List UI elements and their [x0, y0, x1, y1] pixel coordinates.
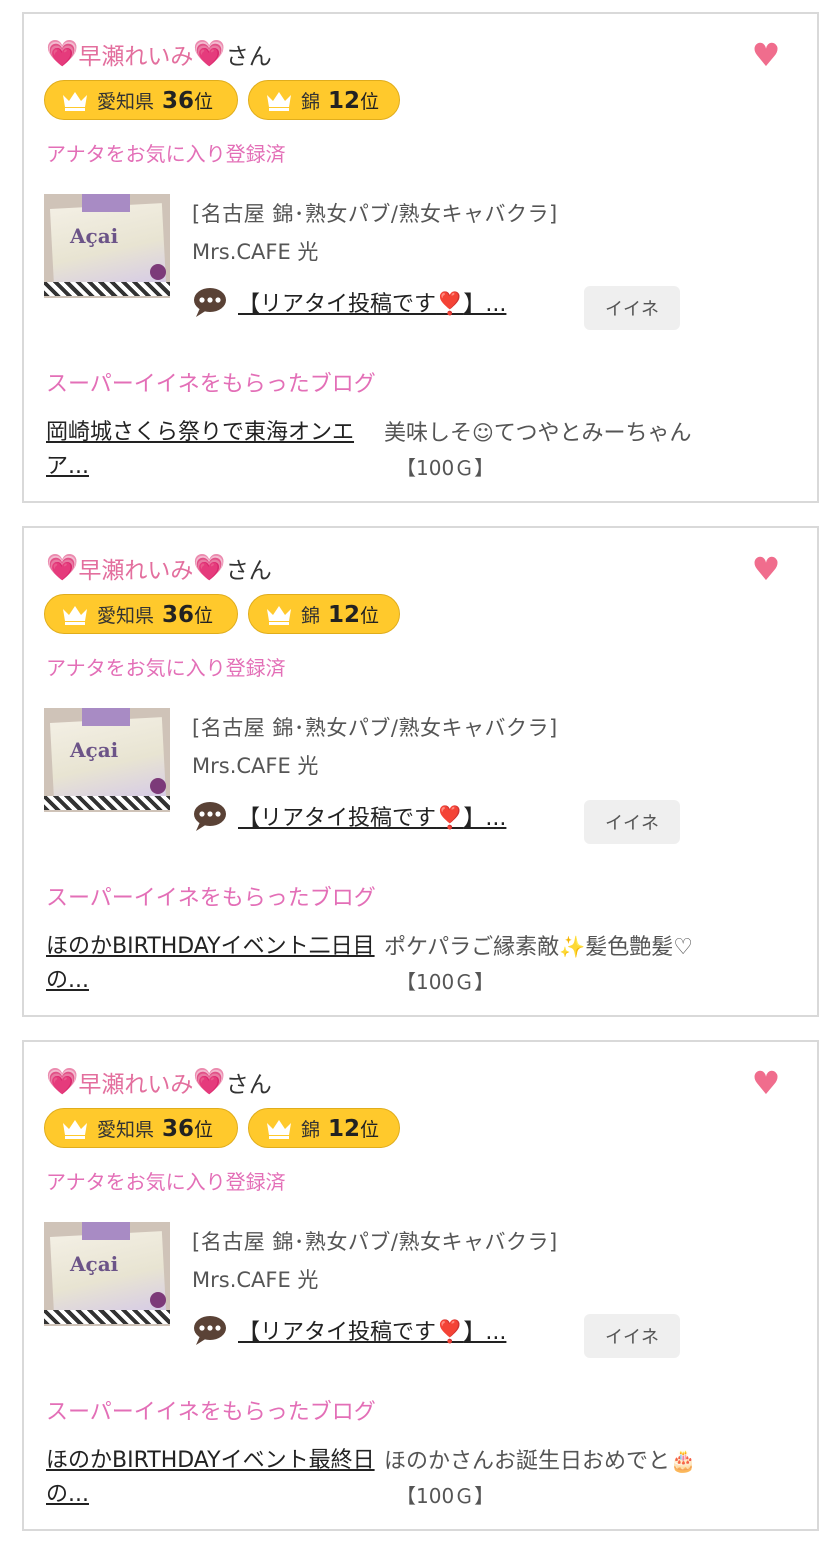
badge-area: 愛知県 [97, 90, 155, 113]
super-like-blog-heading: スーパーイイネをもらったブログ [46, 886, 376, 911]
badge-rank: 36位 [162, 1115, 214, 1142]
post-title-link[interactable]: 【リアタイ投稿です❣️】... [238, 286, 506, 318]
post-thumbnail[interactable]: Açai [44, 1222, 170, 1326]
shop-category: [名古屋 錦･熟女パブ/熟女キャバクラ] [192, 1230, 558, 1254]
favorite-status: アナタをお気に入り登録済 [46, 142, 286, 166]
crown-icon [63, 1120, 87, 1139]
favorite-card: 💗 早瀬れいみ 💗 さん ♥ 愛知県 36位 錦 12位 アナタをお気に入り登録… [22, 12, 819, 503]
favorite-status: アナタをお気に入り登録済 [46, 656, 286, 680]
badge-rank: 12位 [328, 87, 380, 114]
like-button[interactable]: イイネ [584, 286, 680, 330]
post-title-link[interactable]: 【リアタイ投稿です❣️】... [238, 1314, 506, 1346]
post-thumbnail[interactable]: Açai [44, 194, 170, 298]
pink-heart-icon: 💗 [193, 39, 226, 69]
gold-amount: 【100Ｇ】 [396, 456, 495, 480]
post-row: 【リアタイ投稿です❣️】... [192, 1314, 506, 1346]
blog-title-link[interactable]: ほのかBIRTHDAYイベント最終日の... [46, 1444, 376, 1512]
gold-amount: 【100Ｇ】 [396, 1484, 495, 1508]
badge-area: 愛知県 [97, 604, 155, 627]
shop-name[interactable]: Mrs.CAFE 光 [192, 236, 318, 266]
badge-area: 錦 [301, 90, 321, 113]
blog-description: ほのかさんお誕生日おめでと🎂 【100Ｇ】 [384, 1444, 784, 1513]
like-button[interactable]: イイネ [584, 1314, 680, 1358]
badge-rank: 12位 [328, 601, 380, 628]
crown-icon [63, 92, 87, 111]
pink-heart-icon: 💗 [193, 1067, 226, 1097]
user-name[interactable]: 早瀬れいみ [78, 1065, 193, 1099]
emoji-icon: 🎂 [670, 1449, 697, 1473]
user-name-row[interactable]: 💗 早瀬れいみ 💗 さん [46, 1064, 272, 1100]
blog-description: ポケパラご縁素敵✨髪色艶髪♡ 【100Ｇ】 [384, 930, 784, 999]
honorific: さん [225, 44, 272, 70]
crown-icon [267, 606, 291, 625]
shop-name[interactable]: Mrs.CAFE 光 [192, 1264, 318, 1294]
emoji-icon: ☺ [472, 421, 494, 445]
ranking-badge-prefecture[interactable]: 愛知県 36位 [44, 80, 238, 120]
speech-bubble-icon [194, 288, 226, 317]
honorific: さん [225, 558, 272, 584]
post-row: 【リアタイ投稿です❣️】... [192, 286, 506, 318]
emoji-icon: ✨ [559, 935, 586, 959]
crown-icon [63, 606, 87, 625]
ranking-badges: 愛知県 36位 錦 12位 [44, 594, 400, 634]
shop-category: [名古屋 錦･熟女パブ/熟女キャバクラ] [192, 202, 558, 226]
gold-amount: 【100Ｇ】 [396, 970, 495, 994]
user-name[interactable]: 早瀬れいみ [78, 37, 193, 71]
badge-area: 愛知県 [97, 1118, 155, 1141]
post-row: 【リアタイ投稿です❣️】... [192, 800, 506, 832]
ranking-badge-prefecture[interactable]: 愛知県 36位 [44, 594, 238, 634]
badge-rank: 36位 [162, 601, 214, 628]
pink-heart-icon: 💗 [46, 1067, 79, 1097]
favorite-status: アナタをお気に入り登録済 [46, 1170, 286, 1194]
badge-area: 錦 [301, 604, 321, 627]
shop-category: [名古屋 錦･熟女パブ/熟女キャバクラ] [192, 716, 558, 740]
crown-icon [267, 92, 291, 111]
badge-rank: 36位 [162, 87, 214, 114]
speech-bubble-icon [194, 802, 226, 831]
ranking-badge-area[interactable]: 錦 12位 [248, 1108, 400, 1148]
speech-bubble-icon [194, 1316, 226, 1345]
ranking-badges: 愛知県 36位 錦 12位 [44, 80, 400, 120]
favorite-heart-icon[interactable]: ♥ [751, 1067, 781, 1099]
favorite-heart-icon[interactable]: ♥ [751, 553, 781, 585]
crown-icon [267, 1120, 291, 1139]
post-thumbnail[interactable]: Açai [44, 708, 170, 812]
pink-heart-icon: 💗 [46, 553, 79, 583]
ranking-badges: 愛知県 36位 錦 12位 [44, 1108, 400, 1148]
user-name[interactable]: 早瀬れいみ [78, 551, 193, 585]
badge-area: 錦 [301, 1118, 321, 1141]
blog-title-link[interactable]: 岡崎城さくら祭りで東海オンエア... [46, 416, 376, 484]
ranking-badge-prefecture[interactable]: 愛知県 36位 [44, 1108, 238, 1148]
badge-rank: 12位 [328, 1115, 380, 1142]
user-name-row[interactable]: 💗 早瀬れいみ 💗 さん [46, 550, 272, 586]
pink-heart-icon: 💗 [193, 553, 226, 583]
blog-title-link[interactable]: ほのかBIRTHDAYイベント二日目の... [46, 930, 376, 998]
shop-name[interactable]: Mrs.CAFE 光 [192, 750, 318, 780]
post-title-link[interactable]: 【リアタイ投稿です❣️】... [238, 800, 506, 832]
super-like-blog-heading: スーパーイイネをもらったブログ [46, 372, 376, 397]
ranking-badge-area[interactable]: 錦 12位 [248, 594, 400, 634]
honorific: さん [225, 1072, 272, 1098]
ranking-badge-area[interactable]: 錦 12位 [248, 80, 400, 120]
pink-heart-icon: 💗 [46, 39, 79, 69]
user-name-row[interactable]: 💗 早瀬れいみ 💗 さん [46, 36, 272, 72]
favorite-card: 💗 早瀬れいみ 💗 さん ♥ 愛知県 36位 錦 12位 アナタをお気に入り登録… [22, 1040, 819, 1531]
super-like-blog-heading: スーパーイイネをもらったブログ [46, 1400, 376, 1425]
favorite-heart-icon[interactable]: ♥ [751, 39, 781, 71]
like-button[interactable]: イイネ [584, 800, 680, 844]
favorite-card: 💗 早瀬れいみ 💗 さん ♥ 愛知県 36位 錦 12位 アナタをお気に入り登録… [22, 526, 819, 1017]
blog-description: 美味しそ☺てつやとみーちゃん 【100Ｇ】 [384, 416, 784, 485]
